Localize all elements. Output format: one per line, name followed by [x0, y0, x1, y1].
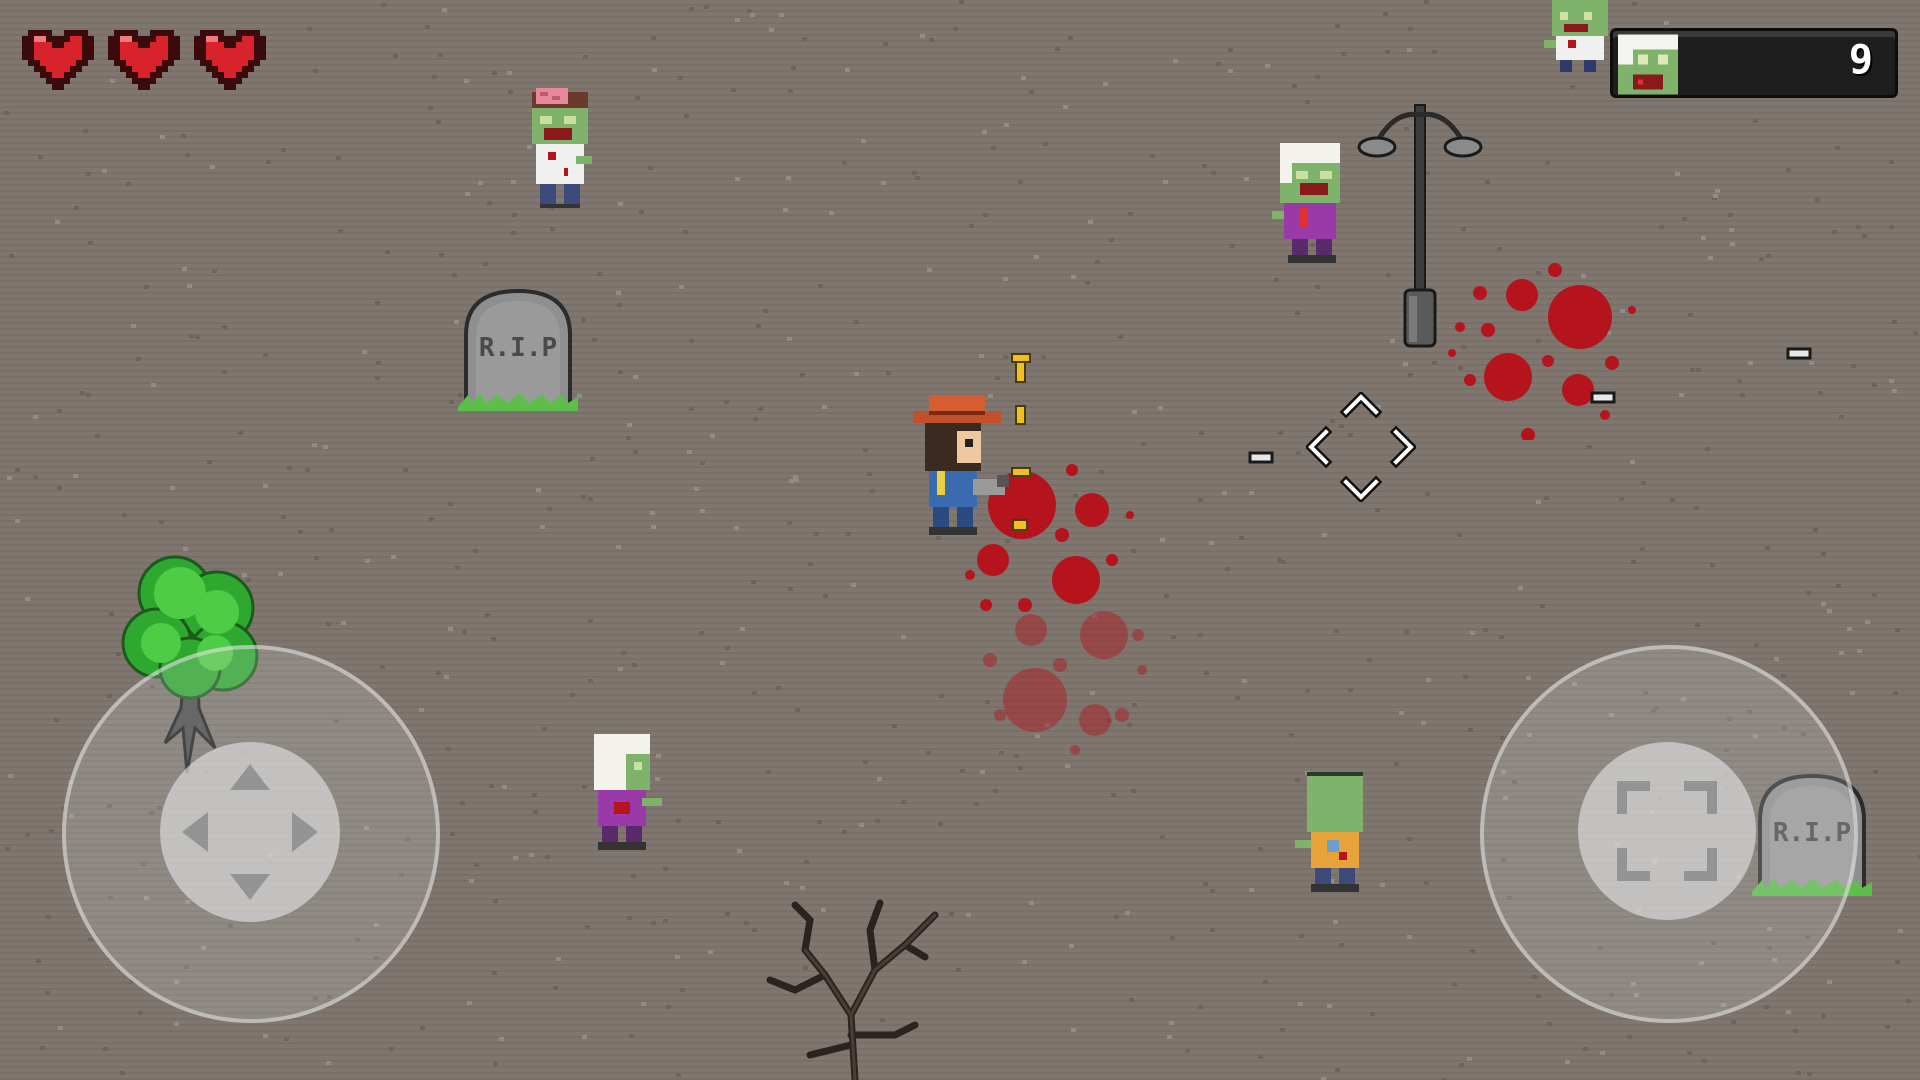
- blood-splatter: [1448, 263, 1636, 440]
- zombie-sprite: [1272, 143, 1340, 263]
- heart-icon: [22, 30, 94, 90]
- gravestone-inscription: R.I.P: [478, 333, 558, 363]
- spent-casing: [1786, 347, 1812, 360]
- heart-icon: [108, 30, 180, 90]
- gravestone: R.I.P: [458, 285, 578, 411]
- spent-casing: [1590, 391, 1616, 404]
- zombie-sprite: [532, 88, 592, 208]
- health-hearts: [22, 24, 266, 90]
- zombie-kill-counter: 9: [1610, 28, 1898, 98]
- player-cowboy: [913, 395, 1009, 535]
- zombie-face-icon: [1618, 34, 1678, 95]
- dpad-arrows-icon: [182, 764, 318, 900]
- heart-icon: [194, 30, 266, 90]
- aim-reticle-icon: [1306, 392, 1416, 502]
- zombie-sprite: [1544, 0, 1608, 72]
- aim-joystick-knob[interactable]: [1578, 742, 1756, 920]
- zombie-count: 9: [1848, 37, 1873, 83]
- bullet-shells: [1011, 353, 1031, 531]
- zombie-sprite: [1295, 772, 1363, 892]
- spent-casing: [1248, 451, 1274, 464]
- crosshair-brackets-icon: [1617, 781, 1717, 881]
- move-joystick-knob[interactable]: [160, 742, 340, 922]
- zombie-sprite: [594, 734, 662, 850]
- dead-tree: [766, 899, 939, 1080]
